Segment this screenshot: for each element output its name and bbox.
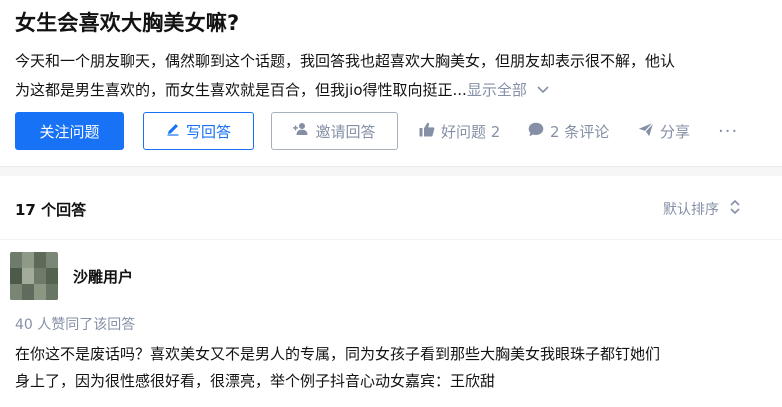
sort-arrows-icon bbox=[719, 199, 741, 219]
excerpt-line-text: 为这都是男生喜欢的，而女生喜欢就是百合，但我jio得性取向挺正... bbox=[15, 81, 467, 99]
follow-label: 关注问题 bbox=[39, 122, 100, 141]
comments-label: 2 条评论 bbox=[550, 122, 610, 141]
answers-header: 17 个回答 默认排序 bbox=[0, 176, 782, 240]
question-actions: 关注问题 写回答 邀请回答 好问题 2 2 条评论 分享 ··· bbox=[15, 112, 775, 150]
author-name[interactable]: 沙雕用户 bbox=[73, 266, 133, 287]
answer-line: 身上了，因为很性感很好看，很漂亮，举个例子抖音心动女嘉宾：王欣甜 bbox=[15, 372, 496, 390]
excerpt-line: 今天和一个朋友聊天，偶然聊到这个话题，我回答我也超喜欢大胸美女，但朋友却表示很不… bbox=[15, 52, 676, 70]
pencil-icon bbox=[166, 122, 186, 140]
excerpt-line: 为这都是男生喜欢的，而女生喜欢就是百合，但我jio得性取向挺正...显示全部 bbox=[15, 76, 775, 105]
write-answer-button[interactable]: 写回答 bbox=[143, 112, 254, 150]
share-button[interactable]: 分享 bbox=[638, 112, 690, 150]
upvote-count: 40 人赞同了该回答 bbox=[15, 317, 136, 333]
sort-dropdown[interactable]: 默认排序 bbox=[663, 199, 741, 219]
question-card: 女生会喜欢大胸美女嘛? 今天和一个朋友聊天，偶然聊到这个话题，我回答我也超喜欢大… bbox=[0, 0, 782, 166]
invite-label: 邀请回答 bbox=[315, 122, 376, 141]
add-user-icon bbox=[293, 122, 315, 140]
answer-line: 在你这不是废话吗？喜欢美女又不是男人的专属，同为女孩子看到那些大胸美女我眼珠子都… bbox=[15, 345, 661, 363]
send-icon bbox=[638, 121, 660, 141]
sort-label: 默认排序 bbox=[663, 202, 719, 218]
more-icon: ··· bbox=[718, 120, 739, 142]
chevron-down-icon[interactable] bbox=[537, 76, 549, 105]
answer-count: 17 个回答 bbox=[15, 201, 87, 219]
comment-icon bbox=[528, 122, 550, 141]
thumbs-up-icon bbox=[419, 122, 441, 141]
question-title[interactable]: 女生会喜欢大胸美女嘛? bbox=[15, 7, 239, 37]
avatar[interactable] bbox=[10, 252, 58, 300]
write-label: 写回答 bbox=[185, 122, 231, 141]
show-all-link[interactable]: 显示全部 bbox=[467, 81, 527, 99]
question-excerpt[interactable]: 今天和一个朋友聊天，偶然聊到这个话题，我回答我也超喜欢大胸美女，但朋友却表示很不… bbox=[15, 47, 775, 105]
share-label: 分享 bbox=[660, 122, 691, 141]
good-question-label: 好问题 2 bbox=[441, 122, 501, 141]
follow-question-button[interactable]: 关注问题 bbox=[15, 112, 124, 150]
answer-content[interactable]: 在你这不是废话吗？喜欢美女又不是男人的专属，同为女孩子看到那些大胸美女我眼珠子都… bbox=[15, 341, 775, 395]
section-divider bbox=[0, 166, 782, 176]
good-question-button[interactable]: 好问题 2 bbox=[419, 112, 500, 150]
invite-answer-button[interactable]: 邀请回答 bbox=[271, 112, 398, 150]
answer-item: 沙雕用户 40 人赞同了该回答 在你这不是废话吗？喜欢美女又不是男人的专属，同为… bbox=[0, 240, 782, 407]
comments-button[interactable]: 2 条评论 bbox=[528, 112, 609, 150]
more-options-button[interactable]: ··· bbox=[718, 112, 738, 150]
